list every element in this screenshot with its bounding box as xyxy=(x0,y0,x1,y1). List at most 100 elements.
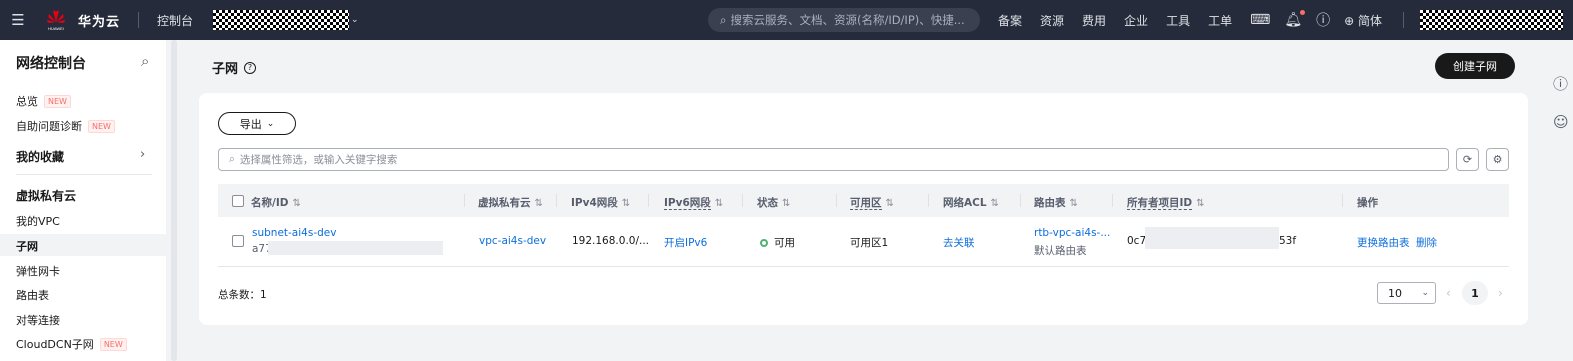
sort-icon: ⇅ xyxy=(1196,198,1205,209)
column-route-table[interactable]: 路由表 ⇅ xyxy=(1034,195,1078,210)
top-nav-links: 备案 资源 费用 企业 工具 工单 ⌨ 🔔︎ ⓘ ⊕ 简体 xyxy=(998,0,1396,40)
sidebar-item-overview[interactable]: 总览 NEW xyxy=(16,93,71,109)
status-ok-icon xyxy=(760,239,768,247)
nav-resources[interactable]: 资源 xyxy=(1040,12,1064,29)
sidebar-item-peering[interactable]: 对等连接 xyxy=(16,312,60,328)
account-menu-redacted[interactable] xyxy=(1420,10,1563,30)
column-divider xyxy=(742,194,743,207)
sidebar-item-eni[interactable]: 弹性网卡 xyxy=(16,263,60,279)
prev-page-icon[interactable]: ‹ xyxy=(1446,286,1451,300)
vpc-link[interactable]: vpc-ai4s-dev xyxy=(479,235,546,247)
change-route-table-link[interactable]: 更换路由表 xyxy=(1357,235,1410,250)
route-table-type: 默认路由表 xyxy=(1034,245,1087,257)
divider xyxy=(16,174,152,175)
nav-tools[interactable]: 工具 xyxy=(1166,12,1190,29)
search-placeholder: 搜索云服务、文档、资源(名称/ID/IP)、快捷... xyxy=(730,13,965,27)
refresh-icon: ⟳ xyxy=(1462,153,1473,166)
search-icon[interactable]: ⌕ xyxy=(141,52,149,70)
sort-icon: ⇅ xyxy=(1069,198,1078,209)
huawei-cloud-logo[interactable]: HUAWEI 华为云 xyxy=(44,8,120,32)
sidebar-item-diagnosis[interactable]: 自助问题诊断 NEW xyxy=(16,118,115,134)
help-icon[interactable]: ⓘ xyxy=(1553,73,1568,94)
create-subnet-button[interactable]: 创建子网 xyxy=(1435,53,1515,79)
row-checkbox[interactable] xyxy=(232,235,244,247)
huawei-logo-icon: HUAWEI xyxy=(44,8,68,32)
column-vpc[interactable]: 虚拟私有云 ⇅ xyxy=(478,195,543,210)
column-acl[interactable]: 网络ACL ⇅ xyxy=(943,195,999,210)
sort-icon: ⇅ xyxy=(621,198,631,209)
page-number-current[interactable]: 1 xyxy=(1462,281,1488,305)
subnet-name-link[interactable]: subnet-ai4s-dev xyxy=(252,227,336,239)
search-icon: ⌕ xyxy=(720,12,727,27)
sort-icon: ⇅ xyxy=(782,198,791,209)
column-status[interactable]: 状态 ⇅ xyxy=(757,195,790,210)
column-owner-project[interactable]: 所有者项目ID ⇅ xyxy=(1127,195,1205,210)
acl-associate-link[interactable]: 去关联 xyxy=(943,235,975,250)
feedback-smiley-icon[interactable]: ☺ xyxy=(1553,113,1569,131)
new-badge: NEW xyxy=(88,119,115,133)
sidebar-title: 网络控制台 xyxy=(16,56,86,72)
page-title: 子网 ? xyxy=(212,58,257,77)
total-count: 总条数：1 xyxy=(218,289,267,301)
nav-beian[interactable]: 备案 xyxy=(998,12,1022,29)
chevron-down-icon[interactable]: ⌄ xyxy=(351,15,359,25)
chevron-down-icon: ⌄ xyxy=(1421,288,1429,298)
sidebar-item-my-vpc[interactable]: 我的VPC xyxy=(16,213,60,229)
notification-dot xyxy=(1300,10,1306,15)
select-all-checkbox[interactable] xyxy=(232,195,244,207)
enable-ipv6-link[interactable]: 开启IPv6 xyxy=(664,235,707,250)
console-link[interactable]: 控制台 xyxy=(157,12,193,29)
export-button[interactable]: 导出 ⌄ xyxy=(218,112,296,135)
availability-zone: 可用区1 xyxy=(850,237,889,249)
language-selector[interactable]: ⊕ 简体 xyxy=(1344,12,1382,29)
sidebar-item-clouddcn[interactable]: CloudDCN子网 NEW xyxy=(16,336,127,352)
column-ipv6[interactable]: IPv6网段 ⇅ xyxy=(664,195,723,210)
status-badge: 可用 xyxy=(760,235,795,250)
nav-tickets[interactable]: 工单 xyxy=(1208,12,1232,29)
gear-icon: ⚙ xyxy=(1492,153,1503,166)
export-label: 导出 xyxy=(239,117,262,131)
language-label: 简体 xyxy=(1357,13,1382,28)
column-divider xyxy=(836,194,837,207)
page-title-text: 子网 xyxy=(212,62,239,77)
sort-icon: ⇅ xyxy=(714,198,724,209)
filter-search-input[interactable]: ⌕ 选择属性筛选，或输入关键字搜索 xyxy=(218,148,1449,171)
divider xyxy=(1403,12,1404,28)
column-actions: 操作 xyxy=(1357,197,1378,209)
sidebar-item-label: 总览 xyxy=(16,95,38,108)
help-icon[interactable]: ? xyxy=(244,61,257,74)
terminal-icon[interactable]: ⌨ xyxy=(1250,12,1270,28)
region-selector-redacted[interactable] xyxy=(213,10,350,30)
owner-project-id-prefix: 0c7 xyxy=(1127,235,1147,247)
sidebar-scrollbar[interactable] xyxy=(171,40,177,361)
sort-icon: ⇅ xyxy=(990,198,999,209)
bell-icon[interactable]: 🔔︎ xyxy=(1284,10,1306,28)
next-page-icon[interactable]: › xyxy=(1498,286,1503,300)
divider xyxy=(138,12,140,28)
nav-billing[interactable]: 费用 xyxy=(1082,12,1106,29)
delete-link[interactable]: 删除 xyxy=(1416,235,1437,250)
settings-button[interactable]: ⚙ xyxy=(1486,148,1509,171)
refresh-button[interactable]: ⟳ xyxy=(1456,148,1479,171)
sidebar-item-label: 自助问题诊断 xyxy=(16,120,82,133)
divider xyxy=(218,266,1509,267)
sidebar-item-subnet[interactable]: 子网 xyxy=(16,238,38,254)
sort-icon: ⇅ xyxy=(885,198,894,209)
redacted-owner-id xyxy=(1145,227,1279,249)
new-badge: NEW xyxy=(44,94,71,108)
nav-enterprise[interactable]: 企业 xyxy=(1124,12,1148,29)
sidebar-group-vpc[interactable]: 虚拟私有云 xyxy=(16,187,76,204)
svg-text:HUAWEI: HUAWEI xyxy=(48,26,64,31)
column-name-id[interactable]: 名称/ID ⇅ xyxy=(251,195,301,210)
page-size-select[interactable]: 10 ⌄ xyxy=(1377,282,1436,304)
sort-icon: ⇅ xyxy=(534,198,543,209)
sidebar-item-route-table[interactable]: 路由表 xyxy=(16,287,49,303)
menu-icon[interactable]: ☰ xyxy=(0,11,36,29)
route-table-link[interactable]: rtb-vpc-ai4s-... xyxy=(1034,227,1110,239)
help-icon[interactable]: ⓘ xyxy=(1316,10,1330,30)
column-ipv4[interactable]: IPv4网段 ⇅ xyxy=(571,195,630,210)
global-search-input[interactable]: ⌕ 搜索云服务、文档、资源(名称/ID/IP)、快捷... xyxy=(708,8,980,32)
column-az[interactable]: 可用区 ⇅ xyxy=(850,195,894,210)
sidebar-group-favorites[interactable]: 我的收藏 xyxy=(16,148,64,165)
chevron-right-icon[interactable]: › xyxy=(140,147,145,162)
